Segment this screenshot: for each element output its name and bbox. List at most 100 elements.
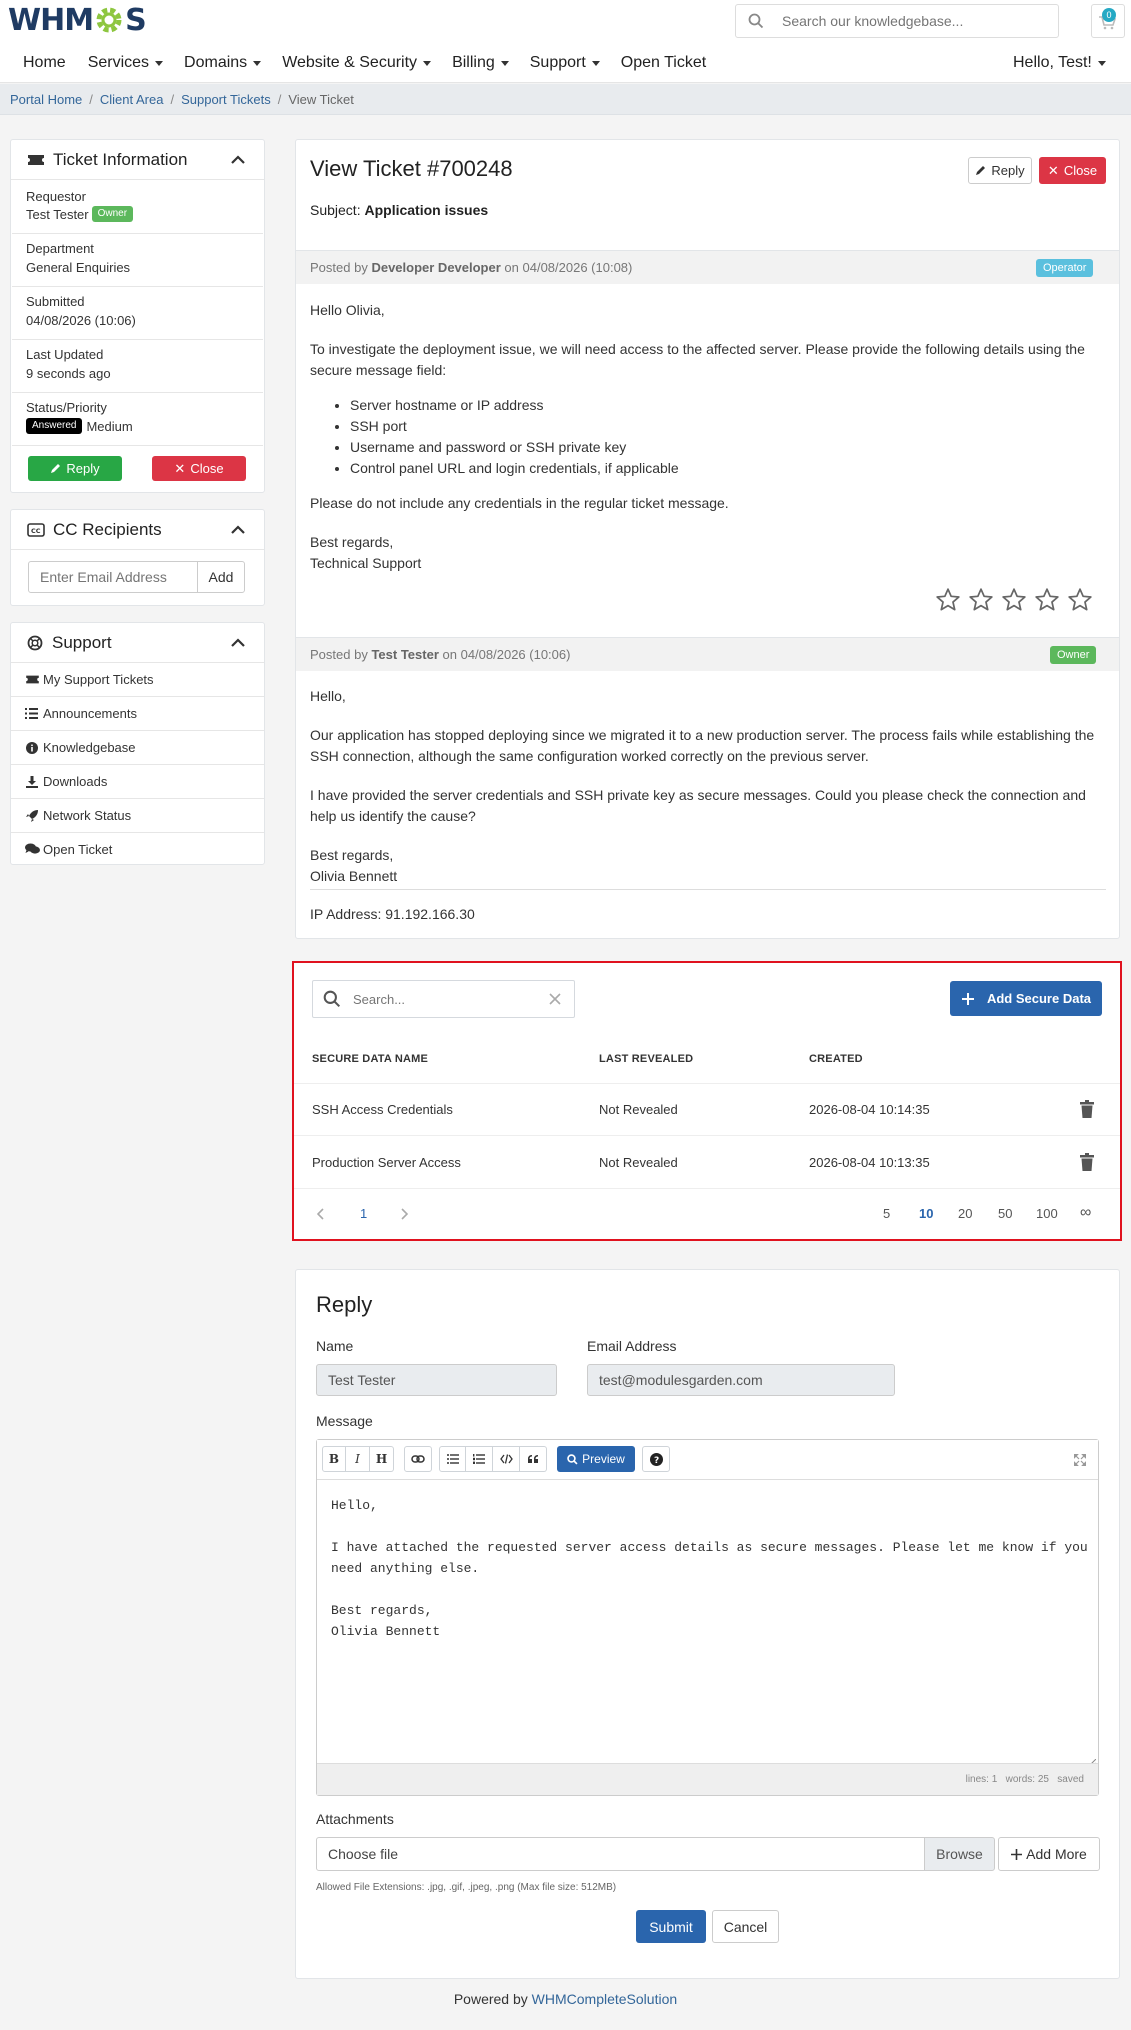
sidebar-close-button[interactable]: ✕ Close xyxy=(152,456,246,481)
bold-button[interactable]: B xyxy=(322,1446,346,1472)
numbered-list-button[interactable] xyxy=(466,1446,493,1472)
footer-link[interactable]: WHMCompleteSolution xyxy=(532,1991,678,2007)
allowed-extensions: Allowed File Extensions: .jpg, .gif, .jp… xyxy=(316,1882,617,1893)
nav-open-ticket-label: Open Ticket xyxy=(620,54,707,71)
italic-button[interactable]: I xyxy=(346,1446,370,1472)
cc-email-input[interactable] xyxy=(40,569,190,585)
nav-home[interactable]: Home xyxy=(23,54,66,72)
preview-button[interactable]: Preview xyxy=(557,1446,635,1472)
support-panel: Support My Support Tickets Announcements… xyxy=(10,622,265,865)
knowledgebase-search-input[interactable] xyxy=(782,13,1042,29)
star-icon[interactable] xyxy=(1034,587,1060,613)
email-field[interactable]: test@modulesgarden.com xyxy=(587,1364,895,1396)
cc-recipients-title: CC Recipients xyxy=(53,519,162,539)
chevron-left-icon[interactable] xyxy=(317,1208,325,1220)
help-button[interactable]: ? xyxy=(642,1446,670,1472)
nav-website-security[interactable]: Website & Security xyxy=(282,54,432,72)
sidebar-item-downloads[interactable]: Downloads xyxy=(11,765,264,799)
page-size-50[interactable]: 50 xyxy=(998,1206,1012,1221)
table-row[interactable]: Production Server Access Not Revealed 20… xyxy=(294,1137,1120,1189)
trash-icon[interactable] xyxy=(1080,1100,1094,1118)
close-icon: ✕ xyxy=(174,460,186,476)
chevron-up-icon[interactable] xyxy=(230,525,246,535)
star-icon[interactable] xyxy=(1067,587,1093,613)
page-number[interactable]: 1 xyxy=(360,1206,367,1221)
nav-open-ticket[interactable]: Open Ticket xyxy=(621,54,706,72)
add-more-button[interactable]: Add More xyxy=(998,1837,1100,1871)
sidebar-item-open-ticket[interactable]: Open Ticket xyxy=(11,833,264,865)
divider xyxy=(310,889,1106,890)
cc-recipients-header[interactable]: CC CC Recipients xyxy=(11,510,264,550)
message-body: Hello, Our application has stopped deplo… xyxy=(310,686,1110,887)
ticket-information-header[interactable]: Ticket Information xyxy=(11,140,264,180)
chevron-up-icon[interactable] xyxy=(230,155,246,165)
page-size-5[interactable]: 5 xyxy=(883,1206,890,1221)
code-button[interactable] xyxy=(493,1446,520,1472)
list-item: Control panel URL and login credentials,… xyxy=(350,458,1110,479)
submitted-block: Submitted 04/08/2026 (10:06) xyxy=(26,294,136,328)
page-size-10[interactable]: 10 xyxy=(919,1206,933,1221)
support-panel-header[interactable]: Support xyxy=(11,623,264,663)
message-textarea[interactable]: Hello, I have attached the requested ser… xyxy=(331,1495,1091,1642)
secure-data-search[interactable] xyxy=(312,980,575,1018)
submit-button[interactable]: Submit xyxy=(636,1910,706,1943)
star-icon[interactable] xyxy=(935,587,961,613)
submitted-label: Submitted xyxy=(26,294,85,309)
link-button[interactable] xyxy=(404,1446,432,1472)
ticket-reply-label: Reply xyxy=(991,163,1025,178)
knowledgebase-search[interactable] xyxy=(735,4,1059,38)
answered-badge: Answered xyxy=(26,418,83,434)
cc-add-button[interactable]: Add xyxy=(197,561,245,593)
department-value: General Enquiries xyxy=(26,260,131,275)
cc-recipients-panel: CC CC Recipients Add xyxy=(10,509,265,606)
secure-data-search-input[interactable] xyxy=(353,991,533,1007)
breadcrumb-support-tickets[interactable]: Support Tickets xyxy=(181,92,271,107)
nav-services[interactable]: Services xyxy=(88,54,164,72)
star-icon[interactable] xyxy=(968,587,994,613)
sidebar-item-announcements[interactable]: Announcements xyxy=(11,697,264,731)
plus-icon xyxy=(961,992,974,1005)
heading-button[interactable]: H xyxy=(370,1446,394,1472)
name-field[interactable]: Test Tester xyxy=(316,1364,557,1396)
cc-email-field[interactable] xyxy=(28,561,198,593)
sidebar-item-network-status[interactable]: Network Status xyxy=(11,799,264,833)
chevron-up-icon[interactable] xyxy=(230,638,246,648)
clear-icon[interactable] xyxy=(549,993,561,1005)
page-size-100[interactable]: 100 xyxy=(1036,1206,1058,1221)
breadcrumb-current: View Ticket xyxy=(288,91,354,107)
breadcrumb-client-area[interactable]: Client Area xyxy=(100,92,164,107)
user-menu[interactable]: Hello, Test! xyxy=(1013,54,1106,72)
sidebar-reply-button[interactable]: Reply xyxy=(28,456,122,481)
page-size-all[interactable]: ∞ xyxy=(1080,1204,1091,1222)
logo[interactable]: WHM S xyxy=(8,2,147,38)
star-icon[interactable] xyxy=(1001,587,1027,613)
pencil-icon xyxy=(976,166,986,175)
fullscreen-icon[interactable] xyxy=(1074,1454,1086,1466)
sidebar-item-knowledgebase[interactable]: Knowledgebase xyxy=(11,731,264,765)
table-row[interactable]: SSH Access Credentials Not Revealed 2026… xyxy=(294,1084,1120,1136)
trash-icon[interactable] xyxy=(1080,1153,1094,1171)
ticket-close-button[interactable]: ✕ Close xyxy=(1039,157,1106,184)
page-size-20[interactable]: 20 xyxy=(958,1206,972,1221)
bullet-list-button[interactable] xyxy=(439,1446,466,1472)
nav-support[interactable]: Support xyxy=(530,54,600,72)
cart-button[interactable]: 0 xyxy=(1091,4,1125,38)
quote-button[interactable] xyxy=(520,1446,547,1472)
chevron-right-icon[interactable] xyxy=(400,1208,408,1220)
nav-billing[interactable]: Billing xyxy=(452,54,509,72)
file-input[interactable]: Choose file xyxy=(316,1837,925,1871)
last-updated-block: Last Updated 9 seconds ago xyxy=(26,347,111,381)
editor-statusbar: lines: 1 words: 25 saved xyxy=(317,1763,1098,1795)
cancel-button[interactable]: Cancel xyxy=(712,1910,779,1943)
subject-value: Application issues xyxy=(364,202,489,218)
breadcrumb-portal-home[interactable]: Portal Home xyxy=(10,92,82,107)
breadcrumb: Portal Home / Client Area / Support Tick… xyxy=(0,84,1131,115)
add-secure-data-button[interactable]: Add Secure Data xyxy=(950,981,1102,1016)
ticket-reply-button[interactable]: Reply xyxy=(968,157,1032,184)
nav-domains[interactable]: Domains xyxy=(184,54,262,72)
submitted-value: 04/08/2026 (10:06) xyxy=(26,313,136,328)
secure-data-created: 2026-08-04 10:14:35 xyxy=(809,1102,930,1117)
sidebar-item-my-support-tickets[interactable]: My Support Tickets xyxy=(11,663,264,697)
italic-icon: I xyxy=(355,1452,360,1466)
browse-button[interactable]: Browse xyxy=(924,1837,995,1871)
